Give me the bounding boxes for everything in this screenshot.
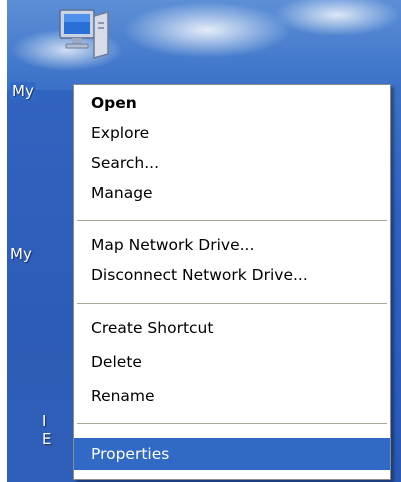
menu-item-properties[interactable]: Properties bbox=[74, 438, 390, 470]
menu-item-search[interactable]: Search... bbox=[74, 148, 390, 178]
menu-item-disconnect-network-drive[interactable]: Disconnect Network Drive... bbox=[74, 260, 390, 290]
desktop-icon-label-my-computer[interactable]: My bbox=[10, 82, 36, 100]
menu-item-open[interactable]: Open bbox=[74, 88, 390, 118]
desktop-icon-label-ie-2[interactable]: E bbox=[42, 430, 51, 448]
context-menu: Open Explore Search... Manage Map Networ… bbox=[73, 84, 391, 480]
menu-item-map-network-drive[interactable]: Map Network Drive... bbox=[74, 230, 390, 260]
menu-item-explore[interactable]: Explore bbox=[74, 118, 390, 148]
menu-item-manage[interactable]: Manage bbox=[74, 178, 390, 208]
menu-separator bbox=[77, 303, 387, 304]
menu-separator bbox=[77, 423, 387, 424]
menu-item-rename[interactable]: Rename bbox=[74, 381, 390, 411]
desktop-icon-label-my-documents[interactable]: My bbox=[10, 245, 32, 263]
my-computer-icon[interactable] bbox=[46, 4, 118, 70]
menu-separator bbox=[77, 220, 387, 221]
desktop-icon-label-ie-1[interactable]: I bbox=[42, 412, 46, 430]
menu-item-delete[interactable]: Delete bbox=[74, 347, 390, 377]
menu-item-create-shortcut[interactable]: Create Shortcut bbox=[74, 313, 390, 343]
